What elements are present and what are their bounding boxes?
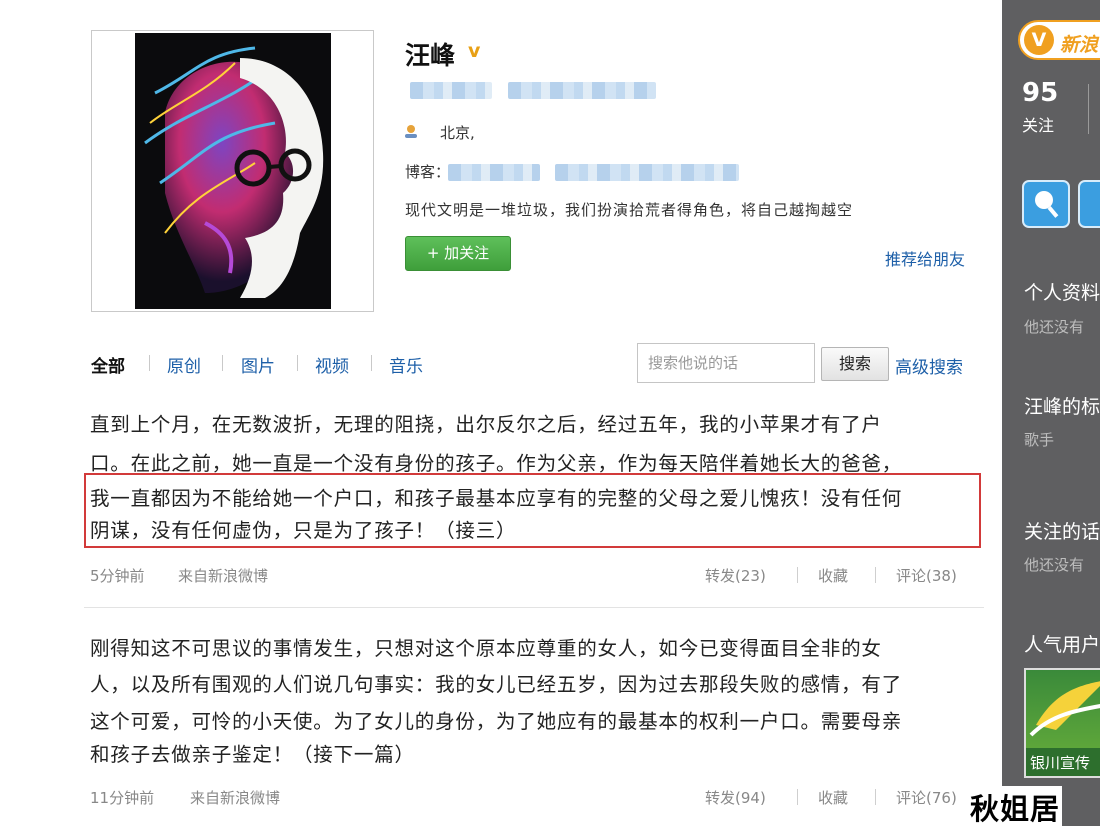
location-pin-icon <box>405 125 417 138</box>
meta-divider <box>797 567 798 583</box>
advanced-search-link[interactable]: 高级搜索 <box>895 353 963 378</box>
post-divider <box>84 607 984 608</box>
profile-bio: 现代文明是一堆垃圾，我们扮演拾荒者得角色，将自己越掏越空 <box>405 201 854 219</box>
tab-divider <box>297 355 298 371</box>
post-text-line: 直到上个月，在无数波折，无理的阻挠，出尔反尔之后，经过五年，我的小苹果才有了户 <box>90 413 882 436</box>
personal-info-sub: 他还没有 <box>1024 318 1085 336</box>
tag-title[interactable]: 汪峰的标 <box>1024 392 1100 419</box>
thumbnail-caption: 银川宣传 <box>1026 748 1100 776</box>
meta-divider <box>875 567 876 583</box>
search-input[interactable] <box>637 343 815 383</box>
sina-weibo-logo-icon: V <box>1024 25 1054 55</box>
tab-divider <box>149 355 150 371</box>
sina-weibo-badge[interactable]: V 新浪 <box>1018 20 1100 60</box>
meta-divider <box>797 789 798 805</box>
avatar[interactable] <box>91 30 374 312</box>
sidebar-app-icon[interactable] <box>1022 180 1070 228</box>
post-source[interactable]: 来自新浪微博 <box>190 787 280 808</box>
meta-divider <box>875 789 876 805</box>
stat-divider <box>1088 84 1089 134</box>
watermark-text: 秋姐居 <box>968 786 1063 826</box>
tab-videos[interactable]: 视频 <box>315 352 349 377</box>
blurred-blog-url[interactable] <box>448 164 540 181</box>
highlight-box <box>84 473 981 548</box>
verified-v-icon: v <box>468 40 481 62</box>
profile-name: 汪峰 <box>405 41 456 70</box>
post-text-line: 人，以及所有围观的人们说几句事实：我的女儿已经五岁，因为过去那段失败的感情，有了 <box>90 673 903 696</box>
comment-link[interactable]: 评论(38) <box>896 565 957 586</box>
tab-original[interactable]: 原创 <box>167 352 201 377</box>
profile-main-panel: 汪峰 v 北京, 博客： 现代文明是一堆垃圾，我们扮演拾荒者得角色，将自己越掏越… <box>0 0 1002 826</box>
favorite-link[interactable]: 收藏 <box>818 565 848 586</box>
post-source[interactable]: 来自新浪微博 <box>178 565 268 586</box>
recommend-to-friend-link[interactable]: 推荐给朋友 <box>885 246 965 270</box>
following-topics-sub: 他还没有 <box>1024 556 1085 574</box>
follow-count-label: 关注 <box>1022 116 1055 135</box>
sina-badge-text: 新浪 <box>1060 34 1099 56</box>
comment-link[interactable]: 评论(76) <box>896 787 957 808</box>
personal-info-title[interactable]: 个人资料 <box>1024 278 1100 305</box>
avatar-portrait-artwork <box>135 33 331 309</box>
popular-user-thumbnail[interactable]: 银川宣传 <box>1024 668 1100 778</box>
post-text-line: 和孩子去做亲子鉴定！（接下一篇） <box>90 743 415 766</box>
follow-count[interactable]: 95 <box>1022 78 1058 108</box>
following-topics-title[interactable]: 关注的话 <box>1024 517 1100 544</box>
post-text-line: 刚得知这不可思议的事情发生，只想对这个原本应尊重的女人，如今已变得面目全非的女 <box>90 637 882 660</box>
favorite-link[interactable]: 收藏 <box>818 787 848 808</box>
blurred-info <box>508 82 656 99</box>
right-sidebar: V 新浪 95 关注 个人资料 他还没有 汪峰的标 歌手 关注的话 他还没有 人… <box>1002 0 1100 826</box>
repost-link[interactable]: 转发(94) <box>705 787 766 808</box>
tab-all[interactable]: 全部 <box>91 352 125 377</box>
post-timestamp[interactable]: 5分钟前 <box>90 565 145 586</box>
tag-item[interactable]: 歌手 <box>1024 429 1054 450</box>
tab-images[interactable]: 图片 <box>241 352 275 377</box>
tab-music[interactable]: 音乐 <box>389 352 423 377</box>
tab-divider <box>222 355 223 371</box>
post-text-line: 这个可爱，可怜的小天使。为了女儿的身份，为了她应有的最基本的权利一户口。需要母亲 <box>90 710 903 733</box>
blurred-info <box>410 82 492 99</box>
repost-link[interactable]: 转发(23) <box>705 565 766 586</box>
location-text: 北京, <box>440 124 475 142</box>
tab-divider <box>371 355 372 371</box>
follow-button[interactable]: + 加关注 <box>405 236 511 271</box>
popular-users-title[interactable]: 人气用户 <box>1024 630 1100 657</box>
post-timestamp[interactable]: 11分钟前 <box>90 787 154 808</box>
post-text-line: 口。在此之前，她一直是一个没有身份的孩子。作为父亲，作为每天陪伴着她长大的爸爸， <box>90 452 903 475</box>
sidebar-app-icon[interactable] <box>1078 180 1100 228</box>
search-button[interactable]: 搜索 <box>821 347 889 381</box>
blog-label: 博客： <box>405 163 451 181</box>
blurred-blog-url[interactable] <box>555 164 739 181</box>
